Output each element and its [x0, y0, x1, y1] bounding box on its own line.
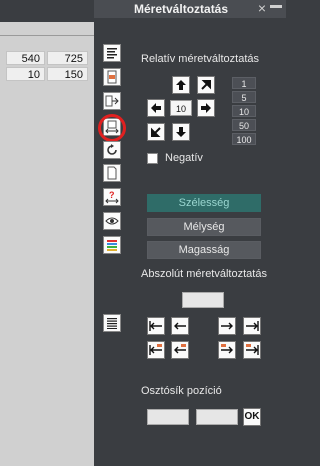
- window-title: Méretváltoztatás: [134, 2, 229, 16]
- question-arrow-icon[interactable]: ?: [103, 188, 121, 206]
- cell-r1c1[interactable]: 540: [6, 51, 45, 65]
- eye-icon[interactable]: [103, 212, 121, 230]
- step-button-1[interactable]: 1: [232, 77, 256, 89]
- absolute-heading: Abszolút méretváltoztatás: [141, 268, 267, 280]
- align-right-marked-button[interactable]: [243, 341, 261, 359]
- step-button-100[interactable]: 100: [232, 133, 256, 145]
- svg-text:?: ?: [109, 190, 115, 200]
- depth-button[interactable]: Mélység: [147, 218, 261, 236]
- arrow-down-button[interactable]: [172, 123, 190, 141]
- cell-r1c2[interactable]: 725: [47, 51, 88, 65]
- negative-label: Negatív: [165, 152, 203, 164]
- arrow-up-button[interactable]: [172, 76, 190, 94]
- arrow-right-button[interactable]: [197, 99, 215, 117]
- step-button-10[interactable]: 10: [232, 105, 256, 117]
- rotate-icon[interactable]: [103, 141, 121, 159]
- divider-heading: Osztósík pozíció: [141, 385, 222, 397]
- selected-tool-highlight: [98, 114, 126, 142]
- align-left-marked-button[interactable]: [147, 341, 165, 359]
- step-button-50[interactable]: 50: [232, 119, 256, 131]
- cell-r2c1[interactable]: 10: [6, 67, 45, 81]
- color-bars-icon[interactable]: [103, 236, 121, 254]
- shift-right-button[interactable]: [218, 317, 236, 335]
- shift-left-button[interactable]: [171, 317, 189, 335]
- relative-heading: Relatív méretváltoztatás: [141, 53, 259, 65]
- step-value-input[interactable]: 10: [170, 100, 192, 116]
- minimize-icon[interactable]: [270, 5, 282, 8]
- arrow-left-button[interactable]: [147, 99, 165, 117]
- divider-input-1[interactable]: [147, 409, 189, 425]
- divider-input-2[interactable]: [196, 409, 238, 425]
- ok-button[interactable]: OK: [243, 408, 261, 426]
- absolute-size-input[interactable]: [182, 292, 224, 308]
- height-button[interactable]: Magasság: [147, 241, 261, 259]
- close-icon[interactable]: ×: [256, 0, 268, 16]
- shift-right-marked-button[interactable]: [218, 341, 236, 359]
- spreadsheet-top-strip: [0, 0, 94, 22]
- align-left-edge-button[interactable]: [147, 317, 165, 335]
- align-right-edge-button[interactable]: [243, 317, 261, 335]
- arrow-down-left-button[interactable]: [147, 123, 165, 141]
- negative-checkbox[interactable]: [147, 153, 158, 164]
- step-button-5[interactable]: 5: [232, 91, 256, 103]
- shift-left-marked-button[interactable]: [171, 341, 189, 359]
- align-stack-icon[interactable]: [103, 44, 121, 62]
- column-highlight-icon[interactable]: [103, 68, 121, 86]
- list-icon[interactable]: [103, 314, 121, 332]
- page-icon[interactable]: [103, 164, 121, 182]
- cell-r2c2[interactable]: 150: [47, 67, 88, 81]
- arrow-up-right-button[interactable]: [197, 76, 215, 94]
- width-button[interactable]: Szélesség: [147, 194, 261, 212]
- spreadsheet-divider: [0, 35, 94, 36]
- move-right-icon[interactable]: [103, 92, 121, 110]
